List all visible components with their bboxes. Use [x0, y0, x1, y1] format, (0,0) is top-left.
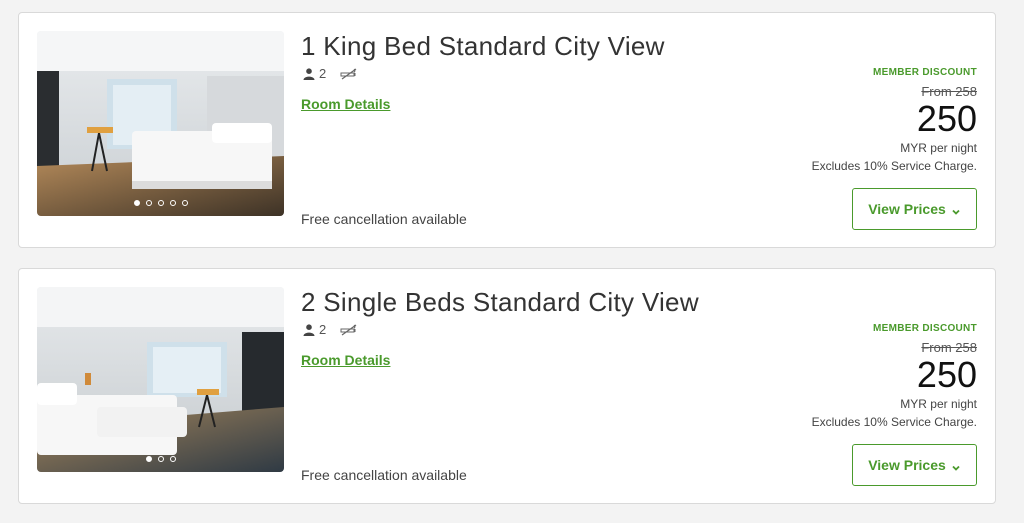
carousel-dot[interactable] — [145, 456, 152, 462]
carousel-dot[interactable] — [157, 456, 164, 462]
carousel-dot[interactable] — [145, 200, 152, 206]
price-unit: MYR per night — [900, 397, 977, 411]
carousel-dots — [37, 200, 284, 206]
person-icon — [303, 323, 315, 336]
service-charge-note: Excludes 10% Service Charge. — [811, 159, 977, 173]
cancellation-note: Free cancellation available — [301, 467, 467, 483]
view-prices-label: View Prices — [868, 457, 946, 473]
price-block: MEMBER DISCOUNT From 258 250 MYR per nig… — [812, 323, 977, 429]
room-meta: 2 — [303, 66, 358, 81]
room-list: 1 King Bed Standard City View 2 Room Det… — [0, 0, 1024, 523]
chevron-down-icon — [951, 460, 961, 471]
room-meta: 2 — [303, 322, 358, 337]
carousel-dot[interactable] — [133, 200, 140, 206]
room-photo-carousel[interactable] — [37, 31, 284, 216]
guest-count: 2 — [319, 66, 327, 81]
room-title: 1 King Bed Standard City View — [301, 31, 665, 61]
original-price: From 258 — [921, 340, 977, 355]
member-discount-label: MEMBER DISCOUNT — [873, 323, 977, 334]
room-title: 2 Single Beds Standard City View — [301, 287, 699, 317]
room-card: 2 Single Beds Standard City View 2 Room … — [18, 268, 996, 504]
room-photo — [37, 287, 284, 472]
service-charge-note: Excludes 10% Service Charge. — [811, 415, 977, 429]
original-price: From 258 — [921, 84, 977, 99]
carousel-dot[interactable] — [157, 200, 164, 206]
cancellation-note: Free cancellation available — [301, 211, 467, 227]
price-amount: 250 — [916, 98, 977, 139]
view-prices-button[interactable]: View Prices — [852, 188, 977, 230]
room-details-link[interactable]: Room Details — [301, 352, 390, 368]
price-unit: MYR per night — [900, 141, 977, 155]
carousel-dots — [37, 456, 284, 462]
chevron-down-icon — [951, 204, 961, 215]
no-smoking-icon — [340, 324, 358, 336]
carousel-dot[interactable] — [169, 456, 176, 462]
person-icon — [303, 67, 315, 80]
view-prices-button[interactable]: View Prices — [852, 444, 977, 486]
room-photo-carousel[interactable] — [37, 287, 284, 472]
no-smoking-icon — [340, 68, 358, 80]
price-amount: 250 — [916, 354, 977, 395]
price-block: MEMBER DISCOUNT From 258 250 MYR per nig… — [812, 67, 977, 173]
guest-count: 2 — [319, 322, 327, 337]
room-photo — [37, 31, 284, 216]
member-discount-label: MEMBER DISCOUNT — [873, 67, 977, 78]
carousel-dot[interactable] — [181, 200, 188, 206]
view-prices-label: View Prices — [868, 201, 946, 217]
room-card: 1 King Bed Standard City View 2 Room Det… — [18, 12, 996, 248]
room-details-link[interactable]: Room Details — [301, 96, 390, 112]
carousel-dot[interactable] — [169, 200, 176, 206]
